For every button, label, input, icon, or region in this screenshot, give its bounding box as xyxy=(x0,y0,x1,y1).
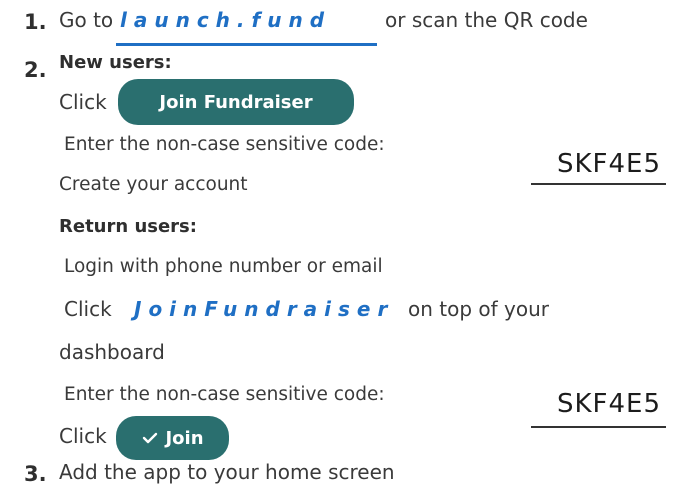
join-button-label: Join xyxy=(165,427,204,449)
return-users-heading: Return users: xyxy=(59,216,197,237)
return-users-link-suffix: on top of your xyxy=(408,297,550,321)
new-users-heading: New users: xyxy=(59,52,172,73)
join-fundraiser-link[interactable]: JoinFundraiser xyxy=(134,297,394,321)
code-underline xyxy=(531,426,666,428)
step-number-3: 3. xyxy=(24,462,47,486)
step-number-1: 1. xyxy=(24,10,47,34)
return-users-click-label: Click xyxy=(64,297,112,321)
new-users-enter-code: Enter the non-case sensitive code: xyxy=(64,134,385,155)
return-users-code: SKF4E5 xyxy=(557,389,662,419)
link-underline xyxy=(116,43,377,46)
check-icon xyxy=(143,432,158,444)
join-fundraiser-button-label: Join Fundraiser xyxy=(159,91,313,113)
dashboard-text: dashboard xyxy=(59,340,165,364)
create-account-text: Create your account xyxy=(59,174,248,195)
launch-fund-link[interactable]: launch.fund xyxy=(120,8,331,32)
code-underline xyxy=(531,183,666,185)
step3-text: Add the app to your home screen xyxy=(59,460,395,484)
join-fundraiser-button[interactable]: Join Fundraiser xyxy=(118,79,354,125)
new-users-code: SKF4E5 xyxy=(557,149,662,179)
step1-suffix: or scan the QR code xyxy=(385,8,588,32)
step1-prefix: Go to xyxy=(59,8,114,32)
new-users-click-label: Click xyxy=(59,90,107,114)
step-number-2: 2. xyxy=(24,58,47,82)
return-users-click2-label: Click xyxy=(59,424,107,448)
return-users-enter-code: Enter the non-case sensitive code: xyxy=(64,384,385,405)
login-text: Login with phone number or email xyxy=(64,256,383,277)
join-button[interactable]: Join xyxy=(116,416,229,460)
